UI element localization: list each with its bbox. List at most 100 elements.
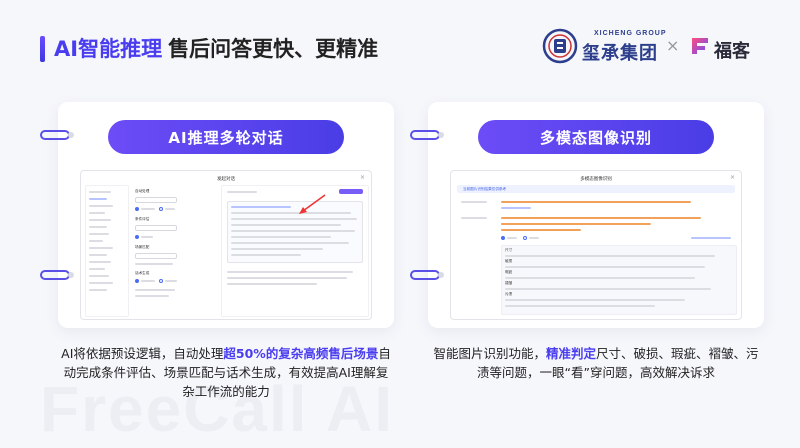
close-icon: × bbox=[729, 174, 735, 181]
mock-chat-line bbox=[227, 283, 317, 285]
mock-chat-line bbox=[227, 191, 257, 193]
mock-chat-line bbox=[231, 236, 331, 238]
partner-logos: XICHENG GROUP 玺承集团 × 福客 bbox=[542, 28, 772, 64]
mock-row-label bbox=[461, 201, 487, 203]
caption-highlight: 精准判定 bbox=[545, 346, 596, 361]
mock-form-line bbox=[135, 289, 175, 291]
mock-form-line bbox=[141, 208, 155, 210]
mock-window-title: 发起对话 bbox=[217, 177, 235, 182]
caption-text: AI将依据预设逻辑，自动处理 bbox=[61, 346, 224, 361]
mock-radio bbox=[501, 236, 505, 240]
xicheng-logo-en: XICHENG GROUP bbox=[594, 30, 667, 37]
mock-form-line bbox=[141, 236, 153, 238]
mock-info-text: 当前图片识别结果仅供参考 bbox=[463, 187, 507, 191]
multi-turn-dialogue-card: AI推理多轮对话 发起对话 × 自动处理 条件评估 场景匹配 话术生成 bbox=[40, 102, 394, 328]
mock-result-line bbox=[505, 299, 685, 301]
caption-text: 智能图片识别功能， bbox=[433, 346, 546, 361]
mock-input bbox=[135, 253, 177, 259]
dialogue-screenshot-mockup: 发起对话 × 自动处理 条件评估 场景匹配 话术生成 bbox=[80, 170, 372, 320]
page-title-accent: AI智能推理 bbox=[54, 37, 163, 61]
mock-sidebar-line bbox=[89, 212, 105, 214]
mock-radio bbox=[135, 279, 139, 283]
binder-hole bbox=[68, 132, 74, 138]
binder-ring bbox=[40, 270, 70, 280]
mock-radio bbox=[135, 207, 139, 211]
page-title-rest: 售后问答更快、更精准 bbox=[168, 37, 379, 61]
pointer-arrow-icon bbox=[299, 194, 326, 214]
mock-chat-line bbox=[231, 206, 291, 208]
mock-sidebar-line bbox=[89, 261, 111, 263]
fuke-logo-icon bbox=[692, 38, 708, 54]
binder-hole bbox=[438, 132, 444, 138]
mock-form-label: 自动处理 bbox=[135, 189, 150, 193]
mock-sidebar-line bbox=[89, 198, 107, 200]
fuke-logo-name: 福客 bbox=[714, 41, 750, 62]
mock-sidebar-line bbox=[89, 226, 107, 228]
mock-sidebar-line bbox=[89, 191, 111, 193]
mock-tag-label: 污渍 bbox=[505, 292, 513, 296]
mock-sidebar-line bbox=[89, 219, 111, 221]
xicheng-seal-icon bbox=[542, 28, 578, 64]
binder-ring bbox=[410, 130, 440, 140]
mock-input bbox=[135, 225, 177, 231]
mock-tag-label: 瑕疵 bbox=[505, 270, 513, 274]
mock-window-title: 多模态图像识别 bbox=[580, 177, 612, 182]
mock-chat-line bbox=[231, 218, 357, 220]
image-recognition-caption: 智能图片识别功能，精准判定尺寸、破损、瑕疵、褶皱、污渍等问题，一眼“看”穿问题，… bbox=[428, 344, 764, 382]
image-recognition-mockup: 多模态图像识别 × 当前图片识别结果仅供参考 尺寸 破损 瑕疵 褶皱 污渍 bbox=[450, 170, 742, 320]
close-icon: × bbox=[359, 174, 365, 181]
mock-chat-line bbox=[231, 212, 351, 214]
mock-sidebar-line bbox=[89, 254, 107, 256]
mock-chat-line bbox=[231, 254, 301, 256]
mock-tag-label: 褶皱 bbox=[505, 281, 513, 285]
xicheng-logo-cn: 玺承集团 bbox=[582, 43, 658, 64]
mock-chat-line bbox=[231, 248, 323, 250]
mock-option-line bbox=[529, 237, 539, 239]
dialogue-caption: AI将依据预设逻辑，自动处理超50%的复杂高频售后场景自动完成条件评估、场景匹配… bbox=[58, 344, 394, 401]
mock-radio bbox=[523, 236, 527, 240]
mock-chat-line bbox=[231, 230, 355, 232]
mock-option-line bbox=[507, 237, 517, 239]
mock-result-line bbox=[505, 277, 695, 279]
mock-form-line bbox=[135, 263, 173, 265]
mock-row-label bbox=[461, 217, 487, 219]
mock-sidebar-line bbox=[89, 247, 113, 249]
logo-separator: × bbox=[666, 36, 680, 55]
mock-radio bbox=[159, 207, 163, 211]
mock-result-line bbox=[505, 305, 655, 307]
binder-hole bbox=[438, 272, 444, 278]
mock-radio bbox=[135, 235, 139, 239]
title-accent-bar bbox=[40, 36, 45, 62]
mock-tag-label: 破损 bbox=[505, 259, 513, 263]
binder-hole bbox=[68, 272, 74, 278]
mock-form-line bbox=[165, 280, 177, 282]
page-title: AI智能推理 售后问答更快、更精准 bbox=[54, 33, 378, 63]
mock-action-button bbox=[339, 189, 363, 194]
mock-chat-line bbox=[231, 242, 349, 244]
mock-result-line bbox=[501, 229, 581, 231]
mock-link-line bbox=[691, 237, 731, 239]
mock-sidebar-line bbox=[89, 205, 113, 207]
mock-result-line bbox=[501, 201, 691, 203]
mock-sidebar-line bbox=[89, 268, 105, 270]
mock-result-line bbox=[505, 266, 705, 268]
card-title-pill: AI推理多轮对话 bbox=[108, 120, 344, 154]
mock-form-line bbox=[165, 208, 175, 210]
mock-sidebar-line bbox=[89, 289, 107, 291]
binder-ring bbox=[410, 270, 440, 280]
mock-form-line bbox=[135, 295, 169, 297]
mock-sidebar-line bbox=[89, 275, 109, 277]
caption-highlight: 超50%的复杂高频售后场景 bbox=[223, 346, 379, 361]
mock-result-line bbox=[501, 223, 651, 225]
mock-form-label: 话术生成 bbox=[135, 271, 150, 275]
mock-radio bbox=[159, 279, 163, 283]
mock-sidebar-line bbox=[89, 240, 103, 242]
mock-chat-line bbox=[227, 271, 353, 273]
mock-form-line bbox=[141, 280, 155, 282]
mock-result-line bbox=[505, 288, 711, 290]
mock-sidebar-line bbox=[89, 282, 113, 284]
mock-form-label: 场景匹配 bbox=[135, 245, 150, 249]
card-title-pill: 多模态图像识别 bbox=[478, 120, 714, 154]
mock-input bbox=[135, 197, 177, 203]
binder-ring bbox=[40, 130, 70, 140]
